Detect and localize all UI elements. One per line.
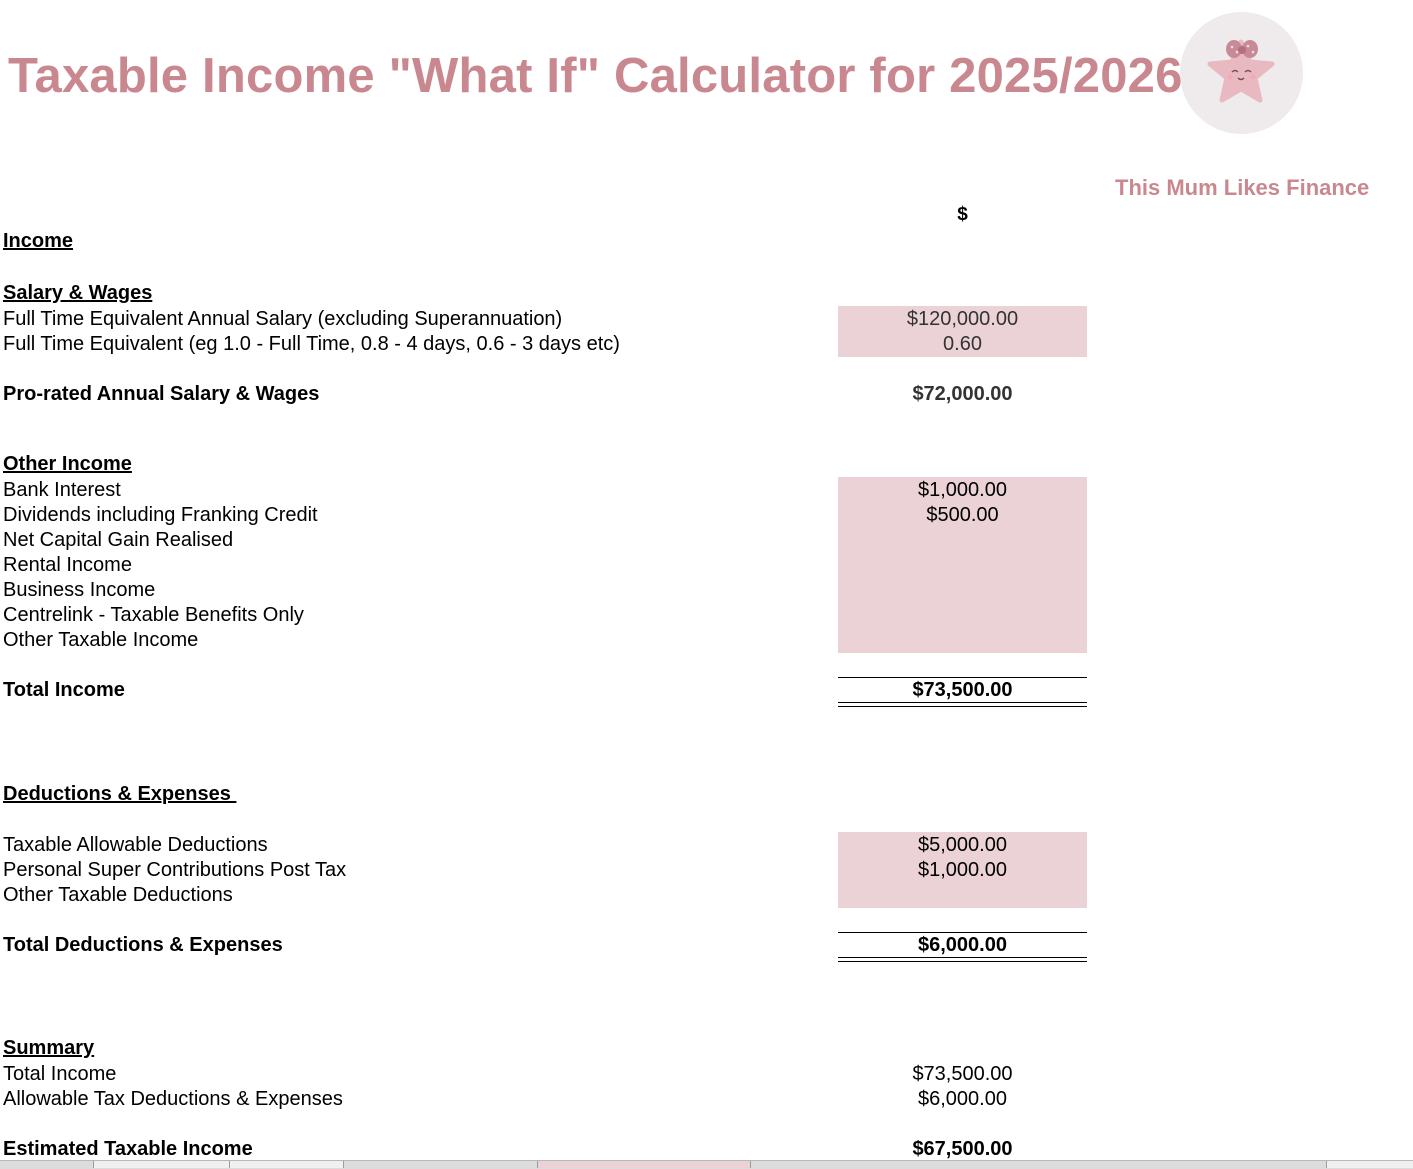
- other-income-heading: Other Income: [3, 453, 132, 475]
- total-deductions-label: Total Deductions & Expenses: [3, 934, 283, 956]
- deduction-cell[interactable]: $5,000.00: [838, 833, 1087, 858]
- summary-total-income-label: Total Income: [3, 1063, 117, 1085]
- deduction-label: Other Taxable Deductions: [3, 884, 233, 906]
- total-deductions-value: $6,000.00: [918, 934, 1007, 956]
- deduction-label: Personal Super Contributions Post Tax: [3, 859, 347, 881]
- fte-cell[interactable]: 0.60: [838, 332, 1087, 357]
- fte-label: Full Time Equivalent (eg 1.0 - Full Time…: [3, 333, 620, 355]
- horizontal-scrollbar[interactable]: [1326, 1161, 1413, 1168]
- sheet-tab[interactable]: [93, 1161, 230, 1168]
- deduction-label: Taxable Allowable Deductions: [3, 834, 268, 856]
- other-income-label: Other Taxable Income: [3, 629, 199, 651]
- other-income-label: Net Capital Gain Realised: [3, 529, 234, 551]
- estimated-taxable-income-label: Estimated Taxable Income: [3, 1138, 253, 1160]
- prorated-salary-label: Pro-rated Annual Salary & Wages: [3, 383, 320, 405]
- other-income-label: Centrelink - Taxable Benefits Only: [3, 604, 304, 626]
- estimated-taxable-income-value: $67,500.00: [912, 1138, 1013, 1160]
- star-with-bow-icon: [1207, 39, 1275, 103]
- summary-deductions-value: $6,000.00: [918, 1088, 1007, 1110]
- other-income-label: Rental Income: [3, 554, 132, 576]
- fte-salary-label: Full Time Equivalent Annual Salary (excl…: [3, 308, 563, 330]
- summary-deductions-label: Allowable Tax Deductions & Expenses: [3, 1088, 343, 1110]
- total-income-double-underline: [838, 702, 1087, 707]
- summary-heading: Summary: [3, 1037, 95, 1059]
- total-income-label: Total Income: [3, 679, 125, 701]
- deductions-heading: Deductions & Expenses: [3, 783, 237, 805]
- other-income-cell[interactable]: $1,000.00: [838, 478, 1087, 503]
- prorated-salary-value: $72,000.00: [912, 383, 1013, 405]
- sheet-tab-active[interactable]: [537, 1161, 751, 1168]
- brand-logo: [1180, 12, 1303, 134]
- other-income-label: Dividends including Franking Credit: [3, 504, 318, 526]
- spreadsheet-grid[interactable]: Taxable Income "What If" Calculator for …: [0, 0, 1413, 1160]
- salary-wages-heading: Salary & Wages: [3, 282, 153, 304]
- summary-total-income-value: $73,500.00: [912, 1063, 1013, 1085]
- currency-column-header: $: [957, 204, 968, 225]
- brand-name: This Mum Likes Finance: [1115, 175, 1370, 200]
- page-title: Taxable Income "What If" Calculator for …: [8, 49, 1183, 103]
- sheet-tab[interactable]: [229, 1161, 344, 1168]
- other-income-label: Bank Interest: [3, 479, 121, 501]
- total-deductions-double-underline: [838, 957, 1087, 962]
- deduction-cell[interactable]: $1,000.00: [838, 858, 1087, 883]
- other-income-label: Business Income: [3, 579, 156, 601]
- fte-salary-cell[interactable]: $120,000.00: [838, 307, 1087, 332]
- total-income-value: $73,500.00: [912, 679, 1013, 701]
- other-income-cell[interactable]: $500.00: [838, 503, 1087, 528]
- income-heading: Income: [3, 230, 74, 252]
